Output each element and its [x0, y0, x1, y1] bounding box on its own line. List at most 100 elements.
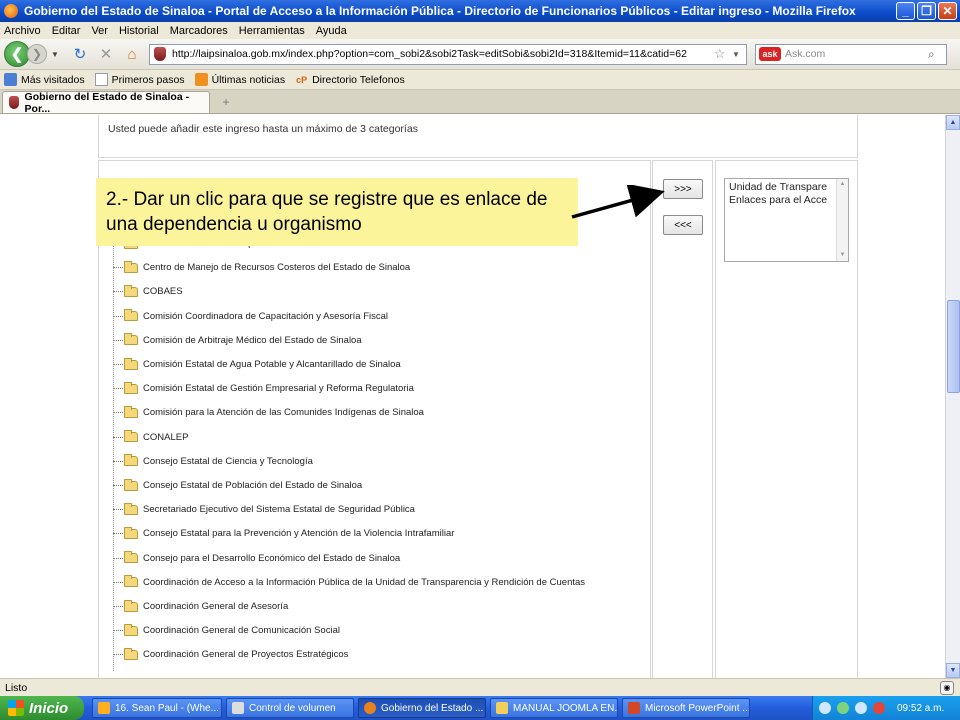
category-label[interactable]: Coordinación General de Asesoría [143, 601, 288, 612]
messenger-icon[interactable] [837, 702, 849, 714]
category-item[interactable]: COBAES [113, 284, 183, 297]
windows-logo-icon [8, 700, 24, 716]
category-item[interactable]: CONALEP [113, 430, 188, 443]
bookmarks-toolbar: Más visitados Primeros pasos Últimas not… [0, 70, 960, 90]
category-label[interactable]: Coordinación General de Comunicación Soc… [143, 625, 340, 636]
selected-category-item[interactable]: Unidad de Transpare [729, 181, 844, 194]
back-arrow-icon: ❮ [10, 46, 24, 63]
category-label[interactable]: Secretariado Ejecutivo del Sistema Estat… [143, 504, 415, 515]
search-box[interactable]: ask Ask.com ⌕ [755, 43, 947, 65]
address-bar[interactable]: http://laipsinaloa.gob.mx/index.php?opti… [149, 43, 747, 65]
menu-herramientas[interactable]: Herramientas [239, 25, 305, 37]
network-icon[interactable] [819, 702, 831, 714]
bookmark-primeros-pasos[interactable]: Primeros pasos [94, 73, 185, 86]
menu-archivo[interactable]: Archivo [4, 25, 41, 37]
stop-icon[interactable]: ✕ [95, 43, 117, 65]
folder-icon [124, 623, 138, 636]
bookmark-ultimas-noticias[interactable]: Últimas noticias [194, 73, 285, 86]
scroll-up-icon[interactable]: ▲ [837, 179, 848, 190]
menu-marcadores[interactable]: Marcadores [170, 25, 228, 37]
category-label[interactable]: Comisión de Arbitraje Médico del Estado … [143, 335, 362, 346]
tab-gobierno-sinaloa[interactable]: Gobierno del Estado de Sinaloa - Por... [2, 91, 210, 115]
tree-branch-line [113, 654, 123, 656]
taskbar-item-music[interactable]: 16. Sean Paul - (Whe... [92, 698, 222, 718]
category-item[interactable]: Comisión Coordinadora de Capacitación y … [113, 309, 388, 322]
category-item[interactable]: Consejo para el Desarrollo Económico del… [113, 551, 400, 564]
search-input[interactable]: Ask.com [785, 48, 928, 60]
category-item[interactable]: Comisión de Arbitraje Médico del Estado … [113, 333, 362, 346]
taskbar-item-powerpoint[interactable]: Microsoft PowerPoint ... [622, 698, 750, 718]
category-label[interactable]: Consejo Estatal de Ciencia y Tecnología [143, 456, 313, 467]
taskbar-item-volume[interactable]: Control de volumen [226, 698, 354, 718]
menu-historial[interactable]: Historial [119, 25, 159, 37]
taskbar-item-firefox[interactable]: Gobierno del Estado ... [358, 698, 486, 718]
move-buttons-column: >>> <<< [652, 160, 713, 678]
search-icon[interactable]: ⌕ [928, 47, 946, 62]
category-item[interactable]: Comisión Estatal de Agua Potable y Alcan… [113, 357, 401, 370]
category-item[interactable]: Consejo Estatal de Ciencia y Tecnología [113, 454, 313, 467]
url-dropdown-icon[interactable]: ▼ [732, 50, 746, 59]
category-label[interactable]: Consejo Estatal para la Prevención y Ate… [143, 528, 454, 539]
list-scrollbar[interactable]: ▲ ▼ [836, 179, 848, 261]
category-label[interactable]: Comisión Estatal de Agua Potable y Alcan… [143, 359, 401, 370]
selected-category-item[interactable]: Enlaces para el Acce [729, 194, 844, 207]
url-text[interactable]: http://laipsinaloa.gob.mx/index.php?opti… [172, 48, 714, 60]
category-label[interactable]: COBAES [143, 286, 183, 297]
site-favicon-icon [154, 47, 166, 61]
forward-button[interactable]: ❯ [27, 44, 47, 64]
category-item[interactable]: Consejo Estatal de Población del Estado … [113, 478, 362, 491]
security-icon[interactable] [873, 702, 885, 714]
folder-icon [124, 333, 138, 346]
forward-arrow-icon: ❯ [31, 47, 43, 61]
menu-editar[interactable]: Editar [52, 25, 81, 37]
scroll-up-icon[interactable]: ▲ [946, 115, 960, 130]
menu-ver[interactable]: Ver [91, 25, 108, 37]
callout-arrow-icon [571, 185, 665, 219]
addon-status-icon[interactable]: ◉ [940, 680, 954, 695]
category-item[interactable]: Coordinación General de Proyectos Estrat… [113, 647, 348, 660]
bookmark-mas-visitados[interactable]: Más visitados [4, 73, 85, 86]
selected-categories-list[interactable]: Unidad de Transpare Enlaces para el Acce… [724, 178, 849, 262]
category-item[interactable]: Coordinación General de Comunicación Soc… [113, 623, 340, 636]
category-label[interactable]: Comisión Estatal de Gestión Empresarial … [143, 383, 414, 394]
category-item[interactable]: Consejo Estatal para la Prevención y Ate… [113, 526, 454, 539]
reload-icon[interactable]: ↻ [69, 43, 91, 65]
home-icon[interactable]: ⌂ [121, 43, 143, 65]
category-label[interactable]: Centro de Manejo de Recursos Costeros de… [143, 262, 410, 273]
folder-icon [496, 702, 508, 714]
category-item[interactable]: Secretariado Ejecutivo del Sistema Estat… [113, 502, 415, 515]
history-dropdown-icon[interactable]: ▼ [51, 50, 65, 59]
new-tab-button[interactable]: + [214, 93, 238, 111]
menu-ayuda[interactable]: Ayuda [316, 25, 347, 37]
category-label[interactable]: Consejo Estatal de Población del Estado … [143, 480, 362, 491]
category-label[interactable]: Coordinación General de Proyectos Estrat… [143, 649, 348, 660]
category-item[interactable]: Comisión para la Atención de las Comunid… [113, 405, 424, 418]
category-label[interactable]: Consejo para el Desarrollo Económico del… [143, 553, 400, 564]
tree-branch-line [113, 412, 123, 414]
scroll-down-icon[interactable]: ▼ [837, 250, 848, 261]
volume-icon[interactable] [855, 702, 867, 714]
category-label[interactable]: Comisión para la Atención de las Comunid… [143, 407, 424, 418]
tree-branch-line [113, 533, 123, 535]
minimize-button[interactable]: _ [896, 2, 915, 20]
category-label[interactable]: Comisión Coordinadora de Capacitación y … [143, 311, 388, 322]
instruction-callout: 2.- Dar un clic para que se registre que… [96, 178, 578, 246]
window-controls: _ ❐ ✕ [896, 2, 957, 20]
category-item[interactable]: Centro de Manejo de Recursos Costeros de… [113, 260, 410, 273]
taskbar-item-manual[interactable]: MANUAL JOOMLA EN... [490, 698, 618, 718]
category-item[interactable]: Coordinación General de Asesoría [113, 599, 288, 612]
search-engine-icon[interactable]: ask [759, 47, 781, 61]
category-label[interactable]: CONALEP [143, 432, 188, 443]
start-button[interactable]: Inicio [0, 696, 84, 720]
category-label[interactable]: Coordinación de Acceso a la Información … [143, 577, 585, 588]
maximize-button[interactable]: ❐ [917, 2, 936, 20]
bookmark-directorio-telefonos[interactable]: cP Directorio Telefonos [295, 73, 405, 86]
scrollbar-thumb[interactable] [947, 300, 960, 393]
bookmark-star-icon[interactable]: ☆ [714, 46, 732, 62]
category-item[interactable]: Comisión Estatal de Gestión Empresarial … [113, 381, 414, 394]
close-button[interactable]: ✕ [938, 2, 957, 20]
scroll-down-icon[interactable]: ▼ [946, 663, 960, 678]
page-scrollbar[interactable]: ▲ ▼ [945, 115, 960, 678]
category-item[interactable]: Coordinación de Acceso a la Información … [113, 575, 585, 588]
tab-bar: Gobierno del Estado de Sinaloa - Por... … [0, 90, 960, 115]
